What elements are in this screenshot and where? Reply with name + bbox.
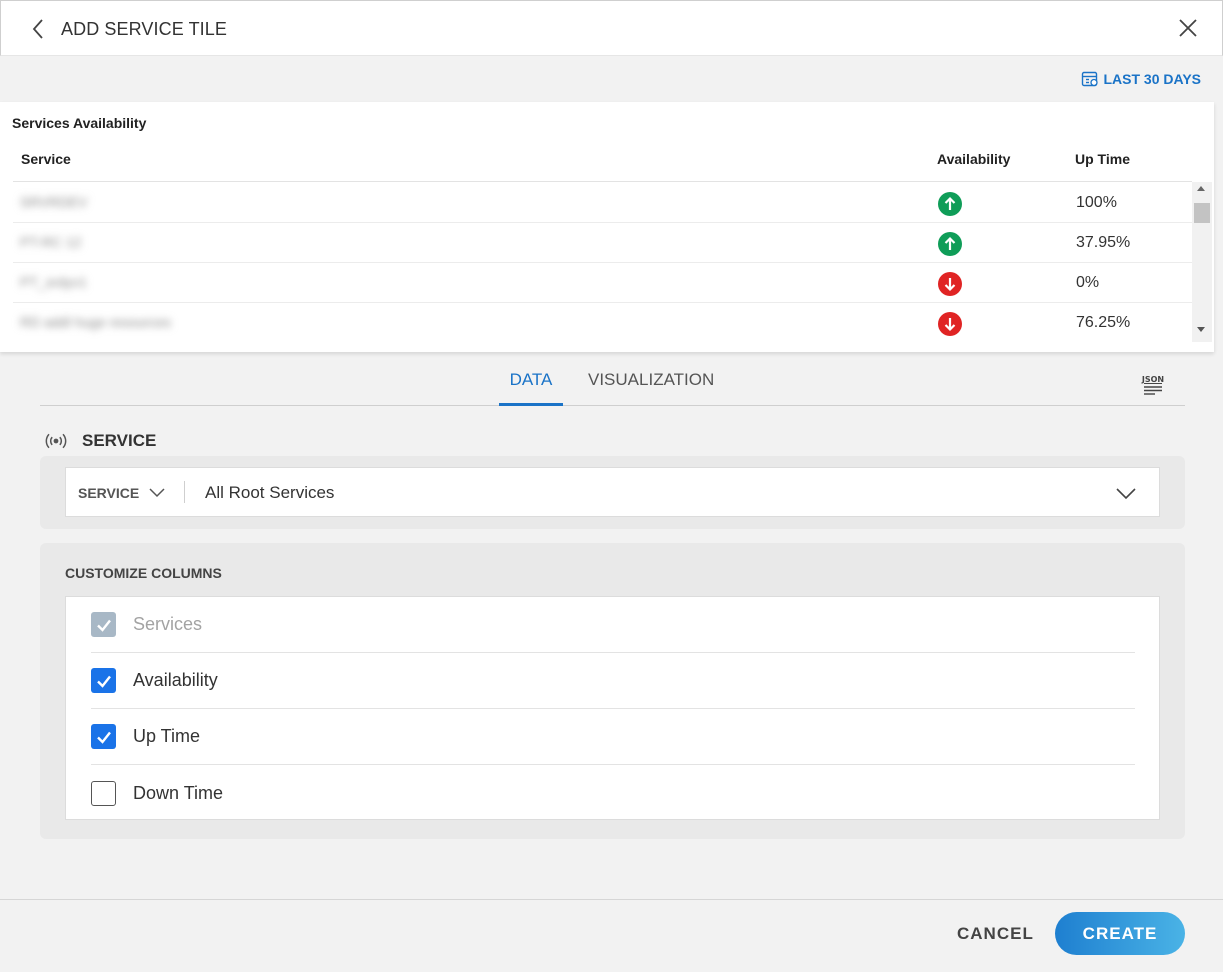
chevron-left-icon xyxy=(32,19,43,39)
service-name: RD addl huge resources xyxy=(20,314,171,330)
table-scrollbar[interactable] xyxy=(1192,182,1212,342)
option-label: Up Time xyxy=(133,726,201,746)
tile-title: Services Availability xyxy=(12,115,147,131)
up-time-value: 100% xyxy=(1076,194,1117,211)
service-selector-panel: SERVICE All Root Services xyxy=(40,456,1185,529)
option-label: Services xyxy=(133,614,203,634)
service-type-dropdown[interactable]: SERVICE xyxy=(78,485,165,501)
service-name: PT_srdyv1 xyxy=(20,274,87,290)
scroll-up-arrow-icon[interactable] xyxy=(1197,186,1205,191)
table-row[interactable]: PT-RC 12 37.95% xyxy=(13,223,1192,263)
time-range-label: LAST 30 DAYS xyxy=(1103,71,1201,87)
status-down-icon xyxy=(938,312,962,336)
calendar-icon xyxy=(1082,71,1099,87)
up-time-value: 0% xyxy=(1076,274,1100,291)
checkbox-down-time[interactable] xyxy=(91,780,116,806)
preview-tile: Services Availability Service Availabili… xyxy=(0,102,1214,352)
service-section-heading: SERVICE xyxy=(44,430,156,452)
tab-visualization[interactable]: VISUALIZATION xyxy=(588,370,714,390)
checkmark-icon xyxy=(96,731,111,744)
checkmark-icon xyxy=(96,619,111,632)
option-label: Down Time xyxy=(133,782,224,803)
json-view-button[interactable]: JSON xyxy=(1141,373,1165,397)
service-select[interactable]: SERVICE All Root Services xyxy=(65,467,1160,517)
column-header-service: Service xyxy=(21,151,71,167)
customize-columns-panel: CUSTOMIZE COLUMNS Services Availability … xyxy=(40,543,1185,839)
dialog-title: ADD SERVICE TILE xyxy=(61,19,227,39)
create-button[interactable]: CREATE xyxy=(1055,912,1185,955)
back-button[interactable] xyxy=(27,15,51,43)
up-time-value: 76.25% xyxy=(1076,314,1131,331)
option-label: Availability xyxy=(133,670,218,690)
scroll-down-arrow-icon[interactable] xyxy=(1197,327,1205,332)
status-up-icon xyxy=(938,192,962,216)
column-header-up-time: Up Time xyxy=(1075,151,1130,167)
select-divider xyxy=(184,481,185,503)
column-option-availability[interactable]: Availability xyxy=(91,653,1135,709)
checkbox-up-time[interactable] xyxy=(91,724,116,749)
table-row[interactable]: RD addl huge resources 76.25% xyxy=(13,303,1192,343)
close-icon xyxy=(1179,19,1197,37)
service-section-label: SERVICE xyxy=(82,431,157,450)
tab-data[interactable]: DATA xyxy=(499,370,563,406)
column-option-up-time[interactable]: Up Time xyxy=(91,709,1135,765)
svg-text:JSON: JSON xyxy=(1141,375,1164,384)
broadcast-icon xyxy=(45,433,67,449)
chevron-down-icon xyxy=(149,488,165,498)
json-icon: JSON xyxy=(1141,375,1164,395)
service-name: SRVRDEV xyxy=(20,194,88,210)
column-option-down-time[interactable]: Down Time xyxy=(91,765,1135,821)
config-tabs: DATA VISUALIZATION JSON xyxy=(40,358,1185,406)
table-row[interactable]: SRVRDEV 100% xyxy=(13,183,1192,223)
customize-columns-title: CUSTOMIZE COLUMNS xyxy=(65,565,222,581)
table-header-divider xyxy=(13,181,1192,182)
service-selected-value: All Root Services xyxy=(205,483,335,502)
column-options-list: Services Availability Up Time Down Time xyxy=(65,596,1160,820)
checkmark-icon xyxy=(96,675,111,688)
chevron-down-icon[interactable] xyxy=(1115,482,1137,504)
status-up-icon xyxy=(938,232,962,256)
service-name: PT-RC 12 xyxy=(20,234,82,250)
table-row[interactable]: PT_srdyv1 0% xyxy=(13,263,1192,303)
cancel-button[interactable]: CANCEL xyxy=(957,924,1034,944)
time-range-button[interactable]: LAST 30 DAYS xyxy=(1081,70,1201,88)
scroll-thumb[interactable] xyxy=(1194,203,1210,223)
checkbox-availability[interactable] xyxy=(91,668,116,693)
checkbox-services xyxy=(91,612,116,637)
column-header-availability: Availability xyxy=(937,151,1011,167)
dialog-footer: CANCEL CREATE xyxy=(0,899,1223,972)
dialog-header: ADD SERVICE TILE xyxy=(0,0,1223,56)
up-time-value: 37.95% xyxy=(1076,234,1131,251)
close-button[interactable] xyxy=(1176,16,1200,40)
column-option-services: Services xyxy=(91,597,1135,653)
status-down-icon xyxy=(938,272,962,296)
service-type-label: SERVICE xyxy=(78,485,140,501)
